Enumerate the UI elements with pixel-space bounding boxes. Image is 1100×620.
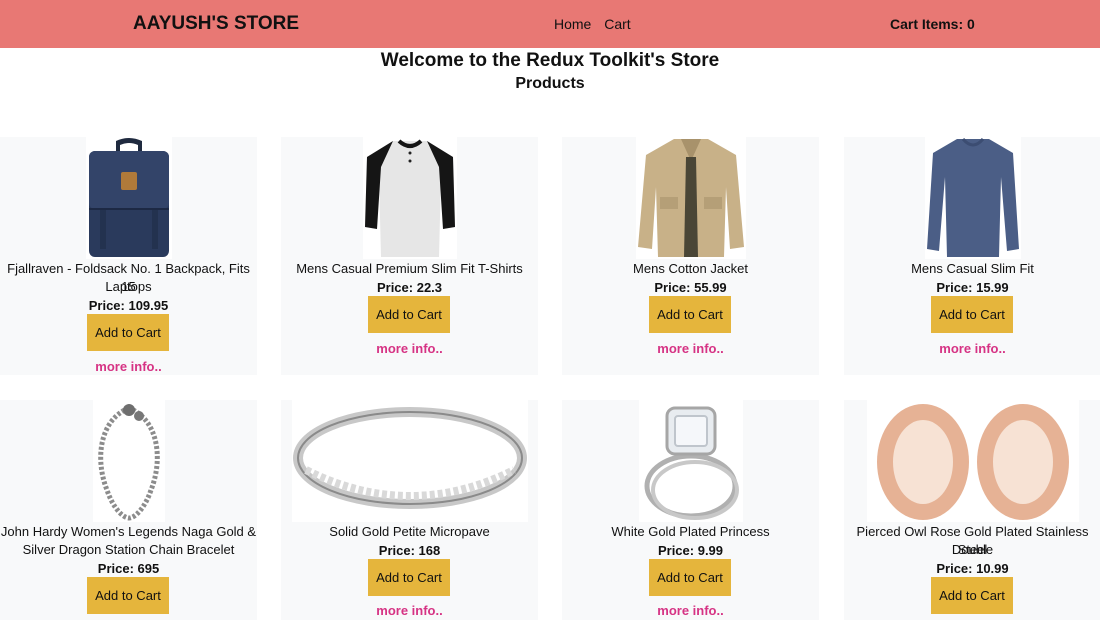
brand-logo[interactable]: AAYUSH'S STORE (133, 13, 299, 35)
more-info-link[interactable]: more info.. (562, 341, 819, 356)
nav-links: Home Cart (554, 16, 640, 32)
more-info-link[interactable]: more info.. (562, 603, 819, 618)
product-card: Fjallraven - Foldsack No. 1 Backpack, Fi… (0, 137, 257, 375)
navbar: AAYUSH'S STORE Home Cart Cart Items: 0 (0, 0, 1100, 48)
product-title: Mens Casual Premium Slim Fit T-Shirts (296, 261, 523, 276)
product-card: Mens Casual Premium Slim Fit T-Shirts Pr… (281, 137, 538, 375)
product-price: Price: 10.99 (936, 561, 1009, 576)
product-price: Price: 109.95 (88, 298, 169, 313)
longsleeve-image[interactable] (844, 137, 1100, 259)
more-info-link[interactable]: more info.. (844, 341, 1100, 356)
bracelet-image[interactable] (0, 400, 257, 522)
ring-image[interactable] (281, 400, 538, 522)
cart-items-count: Cart Items: 0 (890, 16, 975, 32)
product-title: Mens Casual Slim Fit (911, 261, 1034, 276)
product-card: Solid Gold Petite Micropave Price: 168 A… (281, 400, 538, 620)
product-title: John Hardy Women's Legends Naga Gold & (0, 524, 257, 539)
princess-ring-image[interactable] (562, 400, 819, 522)
add-to-cart-button[interactable]: Add to Cart (368, 559, 450, 596)
nav-home-link[interactable]: Home (554, 16, 591, 32)
tshirt-image[interactable] (281, 137, 538, 259)
product-price: Price: 15.99 (936, 280, 1009, 295)
add-to-cart-button[interactable]: Add to Cart (368, 296, 450, 333)
product-card: Mens Cotton Jacket Price: 55.99 Add to C… (562, 137, 819, 375)
add-to-cart-button[interactable]: Add to Cart (87, 314, 169, 351)
product-price: Price: 168 (378, 543, 441, 558)
nav-cart-link[interactable]: Cart (604, 16, 630, 32)
product-card: White Gold Plated Princess Price: 9.99 A… (562, 400, 819, 620)
backpack-image[interactable] (0, 137, 257, 259)
page-title: Welcome to the Redux Toolkit's Store (380, 50, 720, 71)
more-info-link[interactable]: more info.. (281, 341, 538, 356)
jacket-image[interactable] (562, 137, 819, 259)
product-title: White Gold Plated Princess (611, 524, 770, 539)
product-card: Mens Casual Slim Fit Price: 15.99 Add to… (844, 137, 1100, 375)
page-subtitle: Products (515, 75, 585, 92)
product-price: Price: 9.99 (657, 543, 724, 558)
product-price: Price: 55.99 (654, 280, 727, 295)
more-info-link[interactable]: more info.. (0, 359, 257, 374)
add-to-cart-button[interactable]: Add to Cart (649, 559, 731, 596)
product-title-line2: Laptops (105, 279, 152, 294)
add-to-cart-button[interactable]: Add to Cart (649, 296, 731, 333)
product-title-line2: Double (951, 542, 994, 557)
plugs-image[interactable] (844, 400, 1100, 522)
product-title: Solid Gold Petite Micropave (329, 524, 490, 539)
more-info-link[interactable]: more info.. (281, 603, 538, 618)
add-to-cart-button[interactable]: Add to Cart (931, 577, 1013, 614)
add-to-cart-button[interactable]: Add to Cart (87, 577, 169, 614)
product-price: Price: 22.3 (376, 280, 443, 295)
product-title: Mens Cotton Jacket (633, 261, 748, 276)
product-title-line2: Silver Dragon Station Chain Bracelet (22, 542, 235, 557)
product-card: Pierced Owl Rose Gold Plated Stainless S… (844, 400, 1100, 620)
product-price: Price: 695 (97, 561, 160, 576)
product-card: John Hardy Women's Legends Naga Gold & S… (0, 400, 257, 620)
add-to-cart-button[interactable]: Add to Cart (931, 296, 1013, 333)
